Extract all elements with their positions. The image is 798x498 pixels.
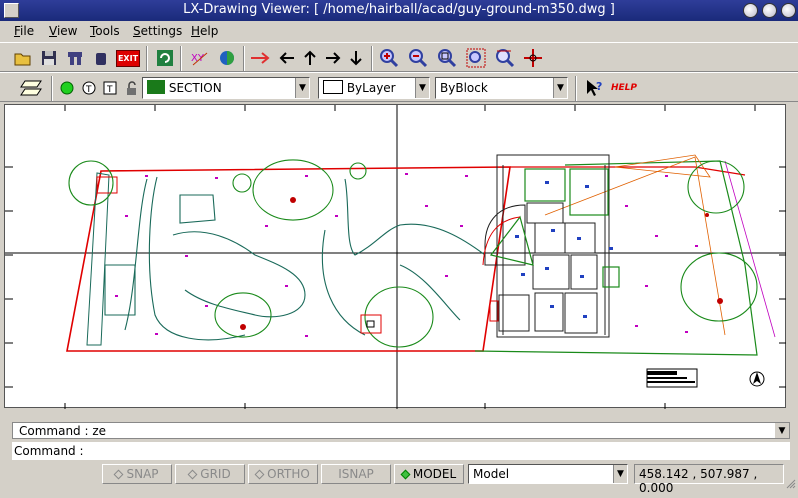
maximize-button[interactable] bbox=[762, 3, 777, 18]
layer-freeze-icon[interactable]: T bbox=[78, 77, 100, 99]
magenta-markers bbox=[115, 173, 698, 337]
north-arrow bbox=[749, 371, 765, 387]
pan-down-icon[interactable] bbox=[345, 47, 367, 69]
command-input[interactable]: Command : bbox=[12, 442, 790, 460]
diamond-icon bbox=[187, 469, 198, 479]
menu-help[interactable]: Help bbox=[191, 24, 218, 38]
isnap-toggle[interactable]: ISNAP bbox=[321, 464, 391, 484]
layer-toolbar: T T SECTION ▼ ByLayer ▼ ByBlock ▼ ? HELP bbox=[0, 72, 798, 102]
command-area: Command : ze ▼ Command : bbox=[8, 422, 790, 462]
layer-on-icon[interactable] bbox=[56, 77, 78, 99]
zoom-window-icon[interactable] bbox=[436, 47, 458, 69]
status-bar: SNAP GRID ORTHO ISNAP MODEL Model ▼ 458.… bbox=[0, 463, 798, 495]
property-boundary bbox=[66, 166, 511, 352]
help-icon[interactable]: HELP bbox=[611, 77, 637, 99]
svg-text:T: T bbox=[106, 85, 113, 95]
layers-icon[interactable] bbox=[18, 77, 46, 99]
menu-bar: File View Tools Settings Help bbox=[0, 21, 798, 41]
pan-arrow-red-icon[interactable] bbox=[250, 47, 272, 69]
layer-color-swatch bbox=[147, 80, 165, 94]
zoom-out-icon[interactable] bbox=[407, 47, 429, 69]
snap-toggle[interactable]: SNAP bbox=[102, 464, 172, 484]
svg-text:XY: XY bbox=[191, 53, 205, 64]
toolbar-separator bbox=[51, 76, 53, 101]
chevron-down-icon: ▼ bbox=[613, 465, 627, 483]
pan-left-icon[interactable] bbox=[276, 47, 298, 69]
layer-lock-icon[interactable] bbox=[120, 77, 142, 99]
chevron-down-icon: ▼ bbox=[415, 78, 429, 98]
layer-select[interactable]: SECTION ▼ bbox=[142, 77, 310, 99]
linetype-select[interactable]: ByLayer ▼ bbox=[318, 77, 430, 99]
exit-icon[interactable]: EXIT bbox=[115, 47, 141, 69]
pan-right-icon[interactable] bbox=[322, 47, 344, 69]
print-icon[interactable] bbox=[64, 47, 86, 69]
regenerate-icon[interactable] bbox=[154, 47, 176, 69]
lineweight-select[interactable]: ByBlock ▼ bbox=[435, 77, 568, 99]
menu-settings[interactable]: Settings bbox=[133, 24, 182, 38]
toolbar-separator bbox=[575, 76, 577, 101]
pan-up-icon[interactable] bbox=[299, 47, 321, 69]
zoom-in-icon[interactable] bbox=[378, 47, 400, 69]
title-bar: LX-Drawing Viewer: [ /home/hairball/acad… bbox=[0, 0, 798, 21]
title-block bbox=[646, 368, 698, 388]
svg-text:T: T bbox=[85, 85, 92, 95]
zoom-previous-icon[interactable] bbox=[494, 47, 516, 69]
diamond-icon bbox=[254, 469, 265, 479]
save-disk-icon[interactable] bbox=[38, 47, 60, 69]
zoom-extents-icon[interactable] bbox=[465, 47, 487, 69]
ortho-toggle[interactable]: ORTHO bbox=[248, 464, 318, 484]
crosshair-icon[interactable] bbox=[522, 47, 544, 69]
diamond-icon bbox=[114, 469, 124, 479]
site-boundary bbox=[474, 160, 758, 356]
grid-toggle[interactable]: GRID bbox=[175, 464, 245, 484]
toolbar-separator bbox=[146, 46, 148, 71]
menu-view[interactable]: View bbox=[49, 24, 77, 38]
toolbar-separator bbox=[371, 46, 373, 71]
main-toolbar: EXIT XY bbox=[0, 42, 798, 72]
svg-text:?: ? bbox=[596, 80, 602, 93]
drawing-canvas[interactable] bbox=[4, 104, 787, 409]
layer-globe-icon[interactable] bbox=[216, 47, 238, 69]
menu-tools[interactable]: Tools bbox=[90, 24, 120, 38]
color-swatch bbox=[323, 80, 343, 94]
toolbar-separator bbox=[243, 46, 245, 71]
ruler-ticks bbox=[5, 105, 787, 409]
close-button[interactable] bbox=[781, 3, 796, 18]
toolbar-separator bbox=[180, 46, 182, 71]
tree-markers bbox=[240, 197, 723, 330]
vertical-scrollbar[interactable] bbox=[786, 104, 796, 408]
model-toggle[interactable]: MODEL bbox=[394, 464, 464, 484]
chevron-down-icon: ▼ bbox=[553, 78, 567, 98]
menu-file[interactable]: File bbox=[14, 24, 34, 38]
space-select[interactable]: Model ▼ bbox=[468, 464, 628, 484]
coordinate-readout: 458.142 , 507.987 , 0.000 bbox=[634, 464, 784, 495]
resize-grip-icon[interactable] bbox=[786, 478, 796, 489]
site-plan-drawing bbox=[5, 105, 787, 409]
window-title: LX-Drawing Viewer: [ /home/hairball/acad… bbox=[183, 2, 615, 17]
diamond-icon bbox=[400, 469, 411, 479]
layer-viewport-icon[interactable]: T bbox=[99, 77, 121, 99]
minimize-button[interactable] bbox=[743, 3, 758, 18]
trash-icon[interactable] bbox=[90, 47, 112, 69]
open-folder-icon[interactable] bbox=[12, 47, 34, 69]
chevron-down-icon[interactable]: ▼ bbox=[775, 423, 789, 438]
whats-this-help-icon[interactable]: ? bbox=[584, 77, 606, 99]
command-history[interactable]: Command : ze ▼ bbox=[12, 422, 790, 439]
measure-xy-icon[interactable]: XY bbox=[189, 47, 211, 69]
chevron-down-icon: ▼ bbox=[295, 78, 309, 98]
